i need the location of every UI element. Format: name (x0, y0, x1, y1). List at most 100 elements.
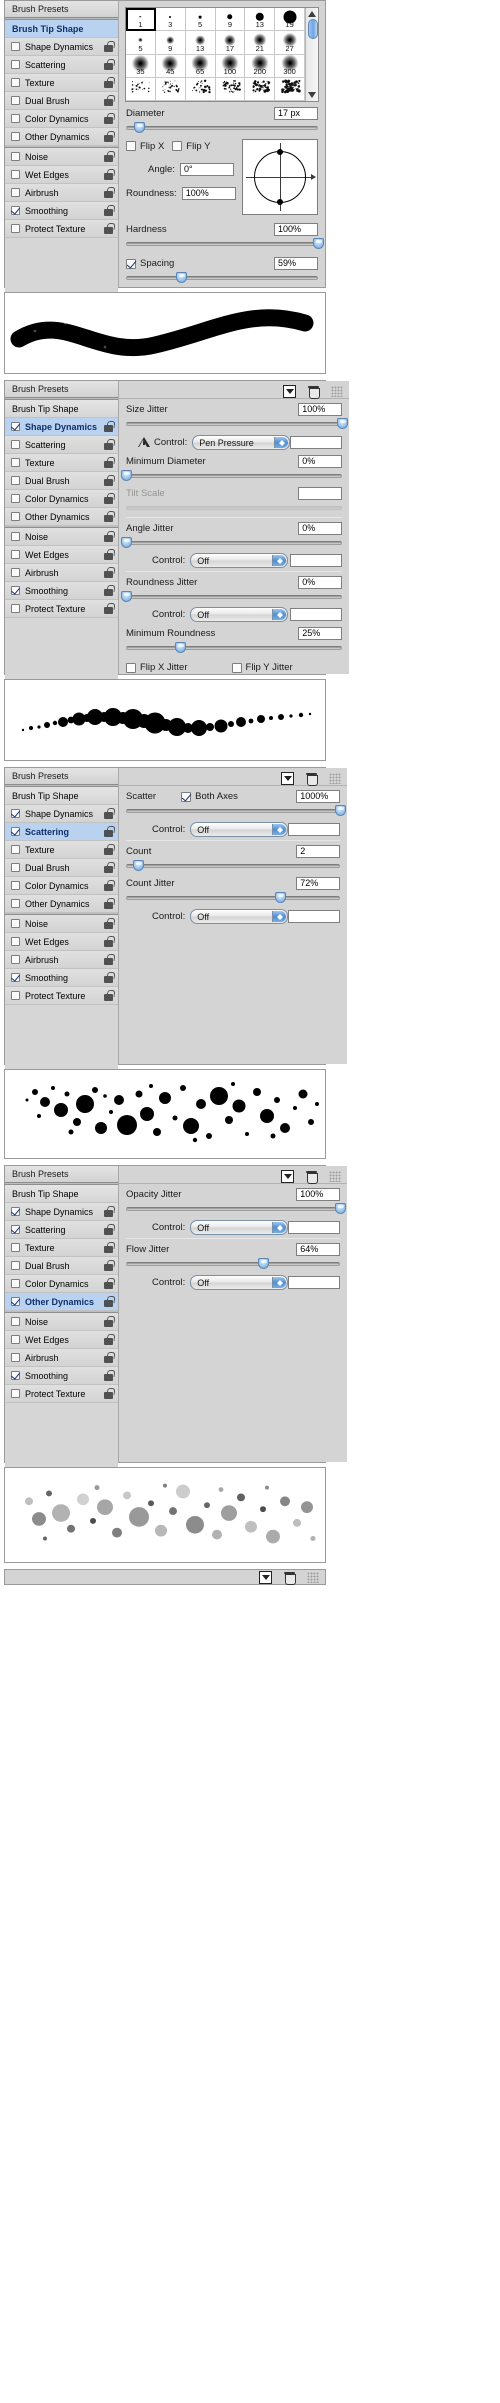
lock-icon[interactable] (103, 1224, 114, 1235)
chevron-updown-icon[interactable] (272, 609, 287, 620)
lock-icon[interactable] (103, 549, 114, 560)
brush-tip-cell[interactable] (215, 77, 246, 101)
dial-handle-top[interactable] (277, 149, 283, 155)
count-input[interactable]: 2 (296, 845, 341, 858)
brush-grid[interactable]: 1 3 5 9 13 19 5 9 13 17 21 27 35 45 65 100 200 300 (126, 8, 305, 101)
checkbox-shape-dynamics[interactable] (11, 809, 20, 818)
sidebar-item-brush-tip-shape[interactable]: Brush Tip Shape (5, 1185, 118, 1203)
lock-icon[interactable] (103, 1278, 114, 1289)
brush-tip-cell[interactable]: 19 (275, 8, 305, 32)
checkbox-color-dynamics[interactable] (11, 114, 20, 123)
chevron-updown-icon[interactable] (272, 824, 287, 835)
opacity-control-dropdown[interactable]: Off (190, 1220, 289, 1235)
dial-handle-bottom[interactable] (277, 199, 283, 205)
checkbox-other-dynamics[interactable] (11, 1297, 20, 1306)
lock-icon[interactable] (103, 151, 114, 162)
lock-icon[interactable] (103, 1296, 114, 1307)
lock-icon[interactable] (103, 585, 114, 596)
sidebar-item-scattering[interactable]: Scattering (5, 1221, 118, 1239)
checkbox-scattering[interactable] (11, 440, 20, 449)
lock-icon[interactable] (103, 954, 114, 965)
minimum-diameter-input[interactable]: 0% (298, 455, 343, 468)
lock-icon[interactable] (103, 77, 114, 88)
sidebar-item-shape-dynamics[interactable]: Shape Dynamics (5, 1203, 118, 1221)
slider-knob[interactable] (120, 591, 132, 602)
checkbox-protect-texture[interactable] (11, 991, 20, 1000)
checkbox-shape-dynamics[interactable] (11, 1207, 20, 1216)
lock-icon[interactable] (103, 603, 114, 614)
slider-knob[interactable] (312, 238, 324, 249)
flow-control-extra-input[interactable] (288, 1276, 341, 1289)
sidebar-item-shape-dynamics[interactable]: Shape Dynamics (5, 805, 118, 823)
sidebar-item-wet-edges[interactable]: Wet Edges (5, 933, 118, 951)
lock-icon[interactable] (103, 1260, 114, 1271)
brush-tip-cell[interactable]: 65 (185, 54, 216, 78)
checkbox-dual-brush[interactable] (11, 96, 20, 105)
lock-icon[interactable] (103, 41, 114, 52)
brush-tip-cell[interactable] (185, 77, 216, 101)
scrollbar-thumb[interactable] (307, 19, 318, 39)
count-jitter-input[interactable]: 72% (296, 877, 341, 890)
lock-icon[interactable] (103, 880, 114, 891)
chevron-updown-icon[interactable] (274, 437, 289, 448)
sidebar-item-other-dynamics[interactable]: Other Dynamics (5, 895, 118, 913)
sidebar-item-other-dynamics[interactable]: Other Dynamics (5, 1293, 118, 1311)
lock-icon[interactable] (103, 1242, 114, 1253)
checkbox-shape-dynamics[interactable] (11, 422, 20, 431)
delete-brush-icon[interactable] (305, 772, 319, 786)
sidebar-item-noise[interactable]: Noise (5, 915, 118, 933)
sidebar-item-smoothing[interactable]: Smoothing (5, 1367, 118, 1385)
sidebar-item-color-dynamics[interactable]: Color Dynamics (5, 490, 118, 508)
checkbox-color-dynamics[interactable] (11, 494, 20, 503)
checkbox-both-axes[interactable] (181, 791, 192, 802)
lock-icon[interactable] (103, 1352, 114, 1363)
lock-icon[interactable] (103, 59, 114, 70)
sidebar-item-scattering[interactable]: Scattering (5, 436, 118, 454)
lock-icon[interactable] (103, 808, 114, 819)
lock-icon[interactable] (103, 169, 114, 180)
chevron-updown-icon[interactable] (272, 1277, 287, 1288)
sidebar-item-dual-brush[interactable]: Dual Brush (5, 472, 118, 490)
checkbox-wet-edges[interactable] (11, 550, 20, 559)
lock-icon[interactable] (103, 1370, 114, 1381)
new-brush-icon[interactable] (259, 1570, 272, 1584)
checkbox-dual-brush[interactable] (11, 476, 20, 485)
brush-tip-cell[interactable]: 9 (155, 31, 186, 55)
lock-icon[interactable] (103, 1388, 114, 1399)
lock-icon[interactable] (103, 223, 114, 234)
checkbox-noise[interactable] (11, 152, 20, 161)
new-brush-icon[interactable] (283, 385, 297, 398)
checkbox-noise[interactable] (11, 1317, 20, 1326)
checkbox-color-dynamics[interactable] (11, 881, 20, 890)
sidebar-item-brush-tip-shape[interactable]: Brush Tip Shape (5, 400, 118, 418)
sidebar-item-airbrush[interactable]: Airbrush (5, 1349, 118, 1367)
checkbox-color-dynamics[interactable] (11, 1279, 20, 1288)
roundness-input[interactable]: 100% (181, 187, 236, 200)
sidebar-item-brush-tip-shape[interactable]: Brush Tip Shape (5, 20, 118, 38)
checkbox-texture[interactable] (11, 1243, 20, 1252)
checkbox-wet-edges[interactable] (11, 1335, 20, 1344)
chevron-updown-icon[interactable] (272, 555, 287, 566)
delete-brush-icon[interactable] (283, 1571, 296, 1585)
lock-icon[interactable] (103, 187, 114, 198)
checkbox-protect-texture[interactable] (11, 604, 20, 613)
brush-tip-cell[interactable]: 100 (215, 54, 246, 78)
size-control-dropdown[interactable]: Pen Pressure (192, 435, 291, 450)
flow-control-dropdown[interactable]: Off (190, 1275, 289, 1290)
sidebar-header-3[interactable]: Brush Presets (5, 768, 118, 785)
slider-knob[interactable] (336, 418, 348, 429)
roundness-jitter-input[interactable]: 0% (298, 576, 343, 589)
checkbox-shape-dynamics[interactable] (11, 42, 20, 51)
brush-tip-cell[interactable] (155, 77, 186, 101)
sidebar-item-shape-dynamics[interactable]: Shape Dynamics (5, 418, 118, 436)
lock-icon[interactable] (103, 990, 114, 1001)
scatter-control-extra-input[interactable] (288, 823, 341, 836)
chevron-updown-icon[interactable] (272, 1222, 287, 1233)
lock-icon[interactable] (103, 918, 114, 929)
scroll-down-arrow-icon[interactable] (308, 91, 317, 99)
lock-icon[interactable] (103, 493, 114, 504)
scatter-slider[interactable] (126, 805, 346, 817)
checkbox-smoothing[interactable] (11, 586, 20, 595)
sidebar-item-wet-edges[interactable]: Wet Edges (5, 546, 118, 564)
count-control-dropdown[interactable]: Off (190, 909, 289, 924)
